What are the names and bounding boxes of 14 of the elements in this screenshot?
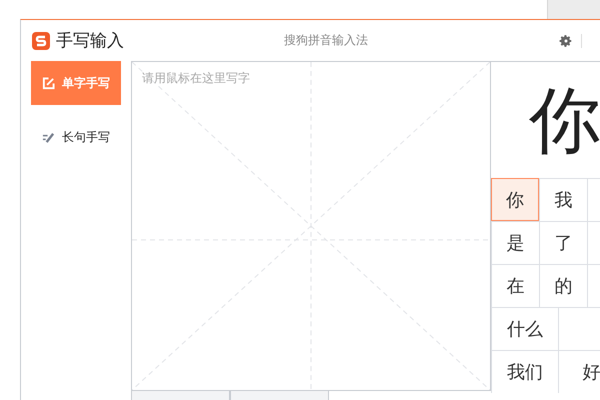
candidate-character[interactable]: 你 (491, 178, 539, 221)
candidate-character[interactable]: 在 (491, 264, 539, 307)
candidate-character[interactable]: 我们 (491, 350, 558, 393)
window-title: 手写输入 (56, 30, 124, 52)
preview-character: 你 (529, 84, 600, 156)
app-name: 搜狗拼音输入法 (284, 32, 368, 49)
canvas-placeholder: 请用鼠标在这里写字 (142, 70, 250, 87)
candidate-character[interactable]: 是 (491, 221, 539, 264)
candidate-character[interactable]: 的 (539, 264, 587, 307)
candidate-character[interactable]: 什么 (491, 307, 558, 350)
candidate-character[interactable]: 了 (539, 221, 587, 264)
candidate-character[interactable]: 我 (539, 178, 587, 221)
candidate-character[interactable]: 好 (558, 350, 600, 393)
mode-tab[interactable]: 长句手写 (31, 115, 121, 159)
